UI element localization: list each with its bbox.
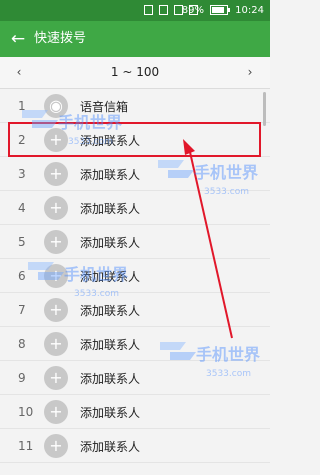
plus-icon: + <box>44 434 68 458</box>
item-label: 语音信箱 <box>80 100 129 114</box>
list-item[interactable]: 6 + 添加联系人 <box>0 259 270 293</box>
speed-dial-number: 5 <box>18 235 26 249</box>
list-item[interactable]: 10 + 添加联系人 <box>0 395 270 429</box>
speed-dial-number: 1 <box>18 99 26 113</box>
plus-icon: + <box>44 298 68 322</box>
list-item[interactable]: 1 ◉ 语音信箱 <box>0 89 270 123</box>
battery-icon <box>210 5 230 15</box>
back-button[interactable]: ← <box>8 29 28 49</box>
list-item[interactable]: 4 + 添加联系人 <box>0 191 270 225</box>
battery-percent: 89% <box>181 5 204 16</box>
plus-icon: + <box>44 366 68 390</box>
list-item[interactable]: 5 + 添加联系人 <box>0 225 270 259</box>
item-label: 添加联系人 <box>80 372 141 386</box>
item-label: 添加联系人 <box>80 168 141 182</box>
item-label: 添加联系人 <box>80 304 141 318</box>
chevron-right-icon: › <box>247 65 253 79</box>
voicemail-icon: ◉ <box>44 94 68 118</box>
status-bar: 89% 10:24 <box>0 0 270 21</box>
plus-icon: + <box>44 230 68 254</box>
speed-dial-number: 10 <box>18 405 34 419</box>
range-label: 1 ~ 100 <box>110 65 160 79</box>
clock: 10:24 <box>235 5 264 16</box>
next-range-button[interactable]: › <box>242 64 258 80</box>
app-bar: ← 快速拨号 <box>0 21 270 57</box>
list-item[interactable]: 8 + 添加联系人 <box>0 327 270 361</box>
speed-dial-number: 9 <box>18 371 26 385</box>
item-label: 添加联系人 <box>80 270 141 284</box>
speed-dial-number: 11 <box>18 439 34 453</box>
page-title: 快速拨号 <box>34 31 87 46</box>
plus-icon: + <box>44 264 68 288</box>
item-label: 添加联系人 <box>80 406 141 420</box>
scrollbar[interactable] <box>263 92 266 126</box>
notification-icon <box>159 5 168 15</box>
item-label: 添加联系人 <box>80 440 141 454</box>
plus-icon: + <box>44 162 68 186</box>
speed-dial-number: 4 <box>18 201 26 215</box>
speed-dial-number: 3 <box>18 167 26 181</box>
item-label: 添加联系人 <box>80 202 141 216</box>
plus-icon: + <box>44 332 68 356</box>
list-item[interactable]: 3 + 添加联系人 <box>0 157 270 191</box>
list-item[interactable]: 7 + 添加联系人 <box>0 293 270 327</box>
speed-dial-number: 6 <box>18 269 26 283</box>
speed-dial-number: 7 <box>18 303 26 317</box>
plus-icon: + <box>44 196 68 220</box>
range-pager: ‹ 1 ~ 100 › <box>0 57 270 89</box>
plus-icon: + <box>44 400 68 424</box>
arrow-left-icon: ← <box>10 29 26 49</box>
list-item[interactable]: 9 + 添加联系人 <box>0 361 270 395</box>
item-label: 添加联系人 <box>80 236 141 250</box>
list-item[interactable]: 11 + 添加联系人 <box>0 429 270 463</box>
speed-dial-number: 8 <box>18 337 26 351</box>
sim-icon <box>144 5 153 15</box>
item-label: 添加联系人 <box>80 338 141 352</box>
highlight-box <box>8 122 261 157</box>
